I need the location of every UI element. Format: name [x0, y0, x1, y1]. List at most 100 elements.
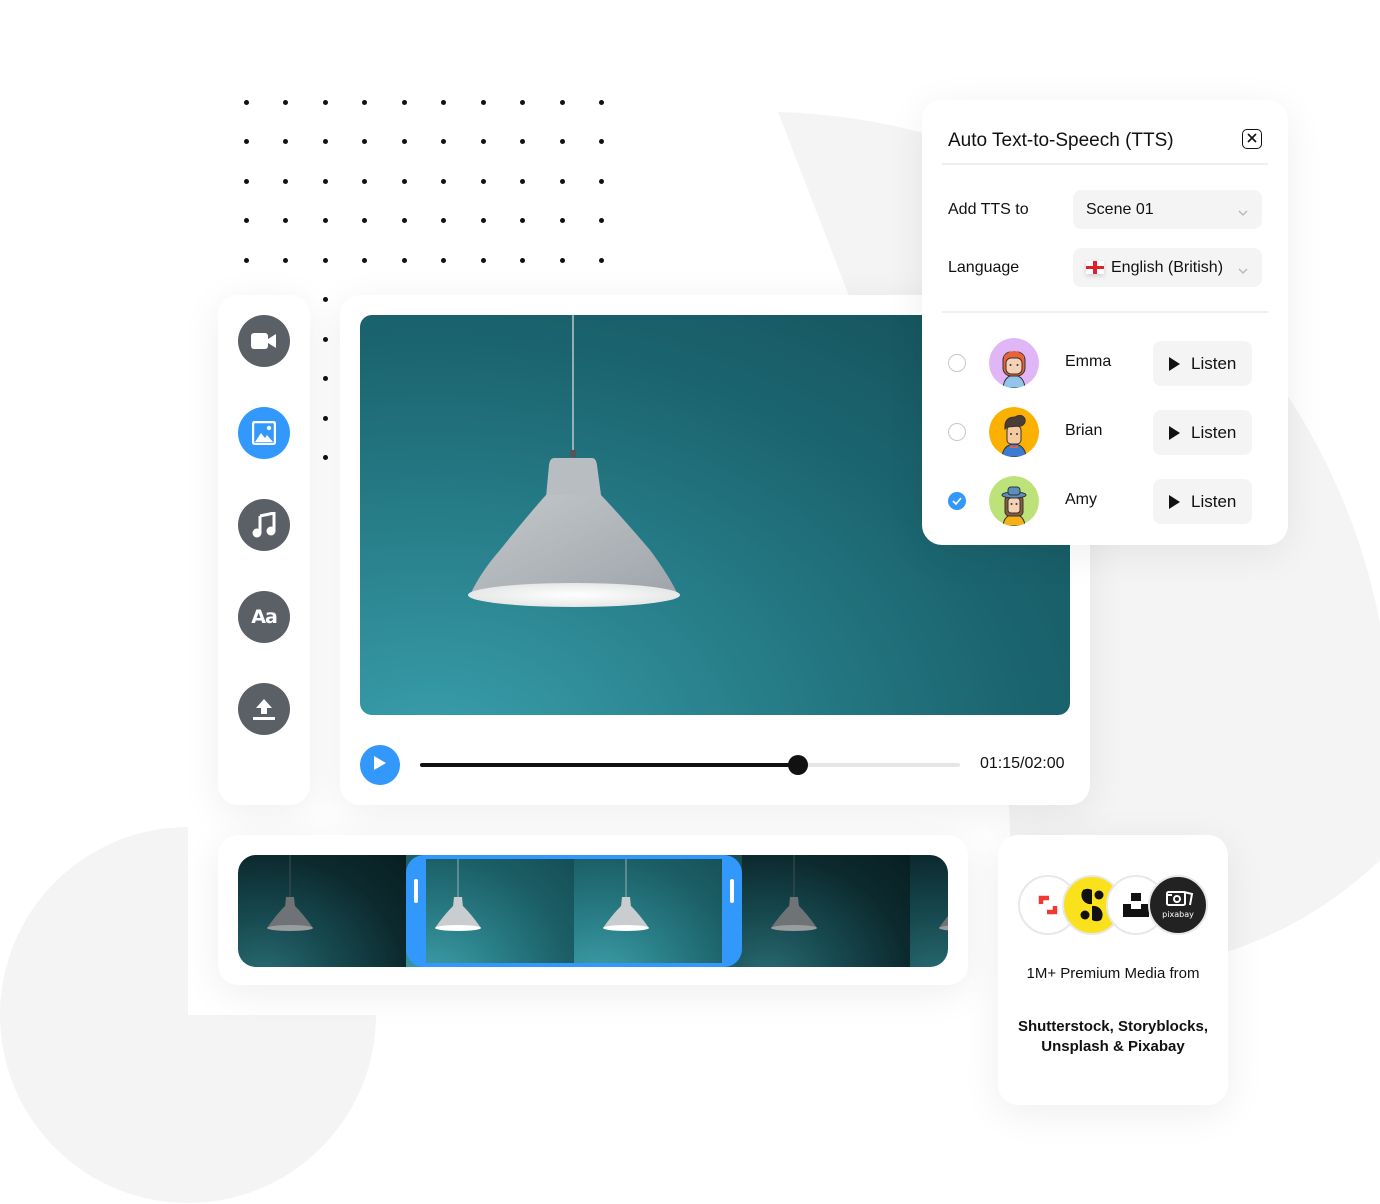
lamp-thumbnail: [267, 855, 313, 931]
selection-handle-left[interactable]: [414, 879, 418, 903]
dot: [480, 257, 486, 263]
language-select-value: English (British): [1111, 258, 1224, 276]
media-brands: Shutterstock, Storyblocks, Unsplash & Pi…: [1017, 1018, 1209, 1055]
listen-label: Listen: [1191, 491, 1237, 511]
text-tool-button[interactable]: Aa: [238, 591, 290, 643]
voice-radio[interactable]: [948, 423, 966, 441]
dot: [362, 257, 367, 263]
tool-sidebar: Aa: [218, 295, 310, 805]
voice-name: Emma: [1065, 353, 1112, 370]
dot: [520, 218, 525, 223]
dot: [559, 99, 565, 105]
progress-thumb[interactable]: [788, 755, 808, 775]
language-select[interactable]: English (British): [1073, 248, 1262, 287]
pixabay-logo-icon: pixabay: [1148, 875, 1208, 935]
play-icon: [373, 755, 387, 776]
timeline-selection[interactable]: [406, 855, 742, 967]
listen-button[interactable]: Listen: [1153, 341, 1252, 386]
time-display: 01:15/02:00: [980, 755, 1065, 772]
dot: [559, 139, 565, 144]
selection-handle-right[interactable]: [730, 879, 734, 903]
language-label: Language: [948, 259, 1020, 276]
voice-option-brian[interactable]: Brian Listen: [922, 407, 1288, 457]
close-button[interactable]: [1242, 129, 1262, 149]
dot: [322, 99, 328, 105]
scene-select[interactable]: Scene 01: [1073, 190, 1262, 229]
play-button[interactable]: [360, 745, 400, 785]
dot: [362, 178, 367, 184]
avatar: [989, 476, 1039, 526]
avatar: [989, 407, 1039, 457]
dot: [599, 218, 604, 223]
music-tool-button[interactable]: [238, 499, 290, 551]
upload-icon: [253, 697, 275, 721]
dot: [401, 99, 407, 105]
svg-text:pixabay: pixabay: [1162, 910, 1194, 919]
tts-panel: Auto Text-to-Speech (TTS) Add TTS to Sce…: [922, 100, 1288, 545]
voice-name: Amy: [1065, 491, 1097, 508]
listen-button[interactable]: Listen: [1153, 479, 1252, 524]
dot: [243, 178, 249, 184]
dot: [322, 415, 328, 421]
voice-option-emma[interactable]: Emma Listen: [922, 338, 1288, 388]
progress-fill: [420, 763, 798, 767]
timeline-frame[interactable]: [910, 855, 948, 967]
dot: [322, 139, 328, 144]
dot: [362, 218, 367, 223]
dot: [520, 139, 525, 144]
dot: [401, 178, 407, 184]
dot: [362, 99, 367, 105]
dot: [243, 99, 249, 105]
dot: [559, 218, 565, 223]
dot: [480, 99, 486, 105]
dot: [401, 218, 407, 223]
timeline-frame[interactable]: [238, 855, 406, 967]
video-tool-button[interactable]: [238, 315, 290, 367]
media-subtitle: 1M+ Premium Media from: [1026, 965, 1200, 982]
image-icon: [252, 421, 276, 445]
upload-tool-button[interactable]: [238, 683, 290, 735]
dot: [441, 257, 446, 263]
timeline: [218, 835, 968, 985]
voice-option-amy[interactable]: Amy Listen: [922, 476, 1288, 526]
dot: [480, 218, 486, 223]
dot: [283, 99, 288, 105]
listen-button[interactable]: Listen: [1153, 410, 1252, 455]
dot: [322, 218, 328, 223]
dot: [243, 257, 249, 263]
dot: [441, 99, 446, 105]
dot: [599, 139, 604, 144]
voice-radio[interactable]: [948, 354, 966, 372]
dot: [283, 257, 288, 263]
england-flag-icon: [1086, 261, 1104, 274]
dot: [283, 178, 288, 184]
voice-radio-checked[interactable]: [948, 492, 966, 510]
dot: [322, 455, 328, 460]
dot: [322, 297, 328, 302]
dot: [401, 257, 407, 263]
dot: [559, 178, 565, 184]
dot: [322, 178, 328, 184]
tts-title: Auto Text-to-Speech (TTS): [948, 130, 1174, 151]
dot: [480, 178, 486, 184]
dot: [322, 336, 328, 342]
voice-name: Brian: [1065, 422, 1103, 439]
play-icon: [1169, 425, 1180, 440]
dot: [441, 218, 446, 223]
add-tts-label: Add TTS to: [948, 201, 1029, 218]
dot: [441, 178, 446, 184]
dot: [322, 376, 328, 381]
listen-label: Listen: [1191, 422, 1237, 442]
dot: [243, 218, 249, 223]
image-tool-button[interactable]: [238, 407, 290, 459]
listen-label: Listen: [1191, 353, 1237, 373]
progress-slider[interactable]: [420, 755, 960, 775]
play-icon: [1169, 494, 1180, 509]
dot: [599, 178, 604, 184]
chevron-down-icon: [1238, 203, 1248, 221]
dot: [599, 257, 604, 263]
chevron-down-icon: [1238, 261, 1248, 279]
text-icon: Aa: [251, 606, 278, 628]
play-icon: [1169, 356, 1180, 371]
timeline-frame[interactable]: [742, 855, 910, 967]
